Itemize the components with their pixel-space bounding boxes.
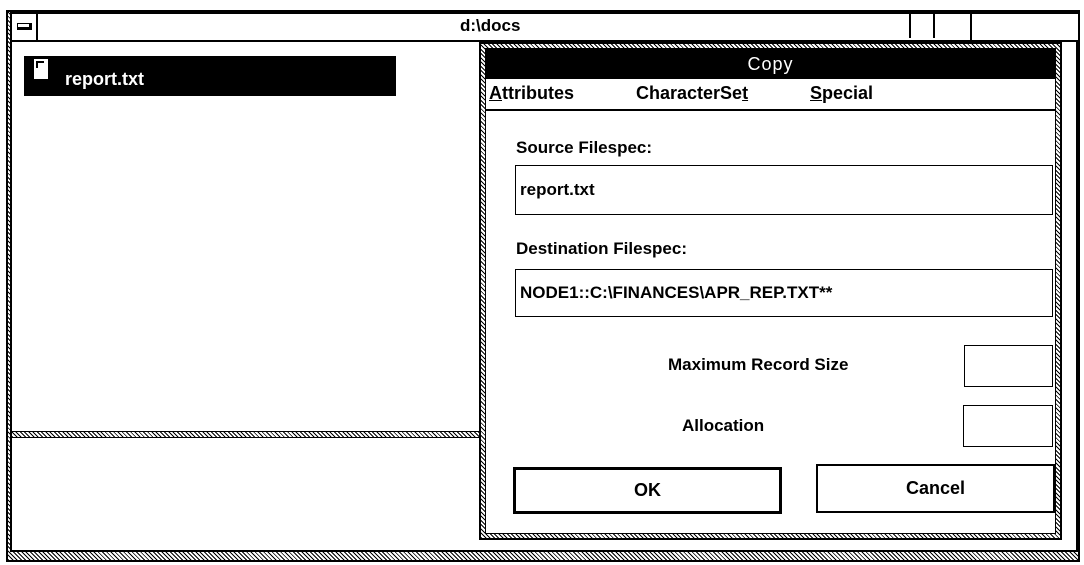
max-record-size-input[interactable]	[964, 345, 1053, 387]
title-bar-right-area	[970, 14, 1078, 40]
source-filespec-input[interactable]: report.txt	[515, 165, 1053, 215]
source-filespec-label: Source Filespec:	[516, 138, 653, 157]
document-icon	[32, 57, 50, 81]
minimize-button[interactable]	[909, 14, 935, 38]
copy-dialog: Copy Attributes CharacterSet Special Sou…	[479, 42, 1062, 540]
cancel-button[interactable]: Cancel	[816, 464, 1055, 513]
menu-characterset[interactable]: CharacterSet	[636, 83, 748, 104]
dialog-menu-bar: Attributes CharacterSet Special	[486, 79, 1055, 111]
allocation-input[interactable]	[963, 405, 1053, 447]
system-menu-button[interactable]	[12, 14, 38, 40]
max-record-size-label: Maximum Record Size	[668, 355, 849, 374]
ok-button[interactable]: OK	[513, 467, 782, 514]
maximize-button[interactable]	[933, 14, 959, 38]
menu-special[interactable]: Special	[810, 83, 873, 104]
destination-filespec-label: Destination Filespec:	[516, 239, 687, 258]
file-name: report.txt	[65, 69, 145, 89]
dialog-body: Copy Attributes CharacterSet Special Sou…	[485, 48, 1056, 534]
dialog-title: Copy	[486, 49, 1055, 79]
destination-filespec-input[interactable]: NODE1::C:\FINANCES\APR_REP.TXT**	[515, 269, 1053, 317]
pane-splitter[interactable]	[12, 431, 482, 438]
allocation-label: Allocation	[682, 416, 765, 435]
window-title-bar: d:\docs	[12, 14, 1078, 42]
window-title: d:\docs	[460, 16, 521, 35]
menu-attributes[interactable]: Attributes	[489, 83, 574, 104]
